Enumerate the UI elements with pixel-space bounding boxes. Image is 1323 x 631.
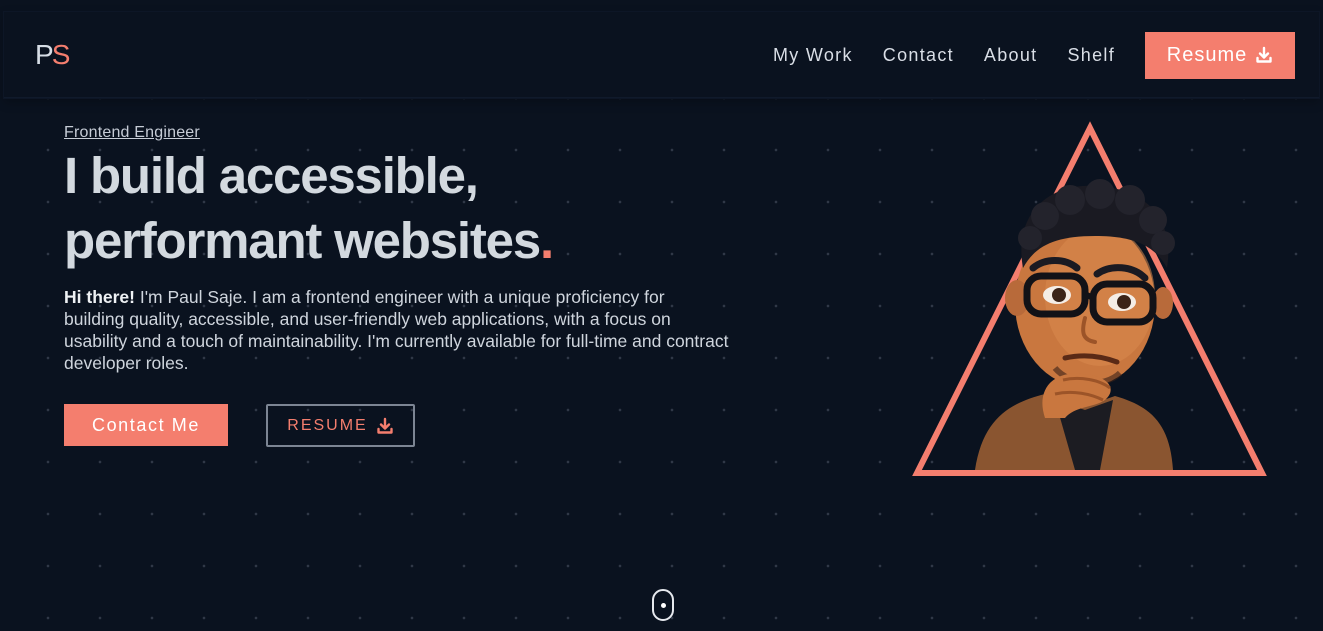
- download-icon: [1256, 46, 1272, 63]
- headline-line-2: performant websites: [64, 212, 541, 269]
- intro-text: I'm Paul Saje. I am a frontend engineer …: [64, 287, 729, 373]
- eyebrow-link[interactable]: Frontend Engineer: [64, 124, 200, 142]
- headline-accent-dot: .: [540, 212, 554, 269]
- download-icon: [377, 417, 393, 434]
- scroll-down-indicator[interactable]: [652, 589, 674, 621]
- resume-outline-label: RESUME: [287, 416, 368, 434]
- nav-link-my-work[interactable]: My Work: [773, 45, 853, 66]
- navbar: PS My Work Contact About Shelf Resume: [4, 12, 1319, 98]
- nav-link-about[interactable]: About: [984, 45, 1038, 66]
- logo-letter-s: S: [51, 39, 71, 70]
- intro-greeting: Hi there!: [64, 287, 135, 307]
- logo-letter-p: P: [35, 39, 54, 70]
- headline-line-1: I build accessible,: [64, 147, 479, 204]
- nav-links: My Work Contact About Shelf Resume: [773, 31, 1319, 79]
- avatar-illustration: [912, 121, 1267, 476]
- nav-link-shelf[interactable]: Shelf: [1067, 45, 1115, 66]
- resume-button-label: Resume: [1166, 43, 1248, 66]
- intro-paragraph: Hi there! I'm Paul Saje. I am a frontend…: [64, 286, 729, 374]
- contact-me-button[interactable]: Contact Me: [64, 404, 228, 446]
- nav-link-contact[interactable]: Contact: [883, 45, 954, 66]
- resume-outline-button[interactable]: RESUME: [266, 404, 415, 447]
- site-logo[interactable]: PS: [35, 39, 71, 71]
- resume-button[interactable]: Resume: [1145, 31, 1295, 79]
- page-title: I build accessible, performant websites.: [64, 143, 764, 273]
- scroll-dot: [661, 603, 666, 608]
